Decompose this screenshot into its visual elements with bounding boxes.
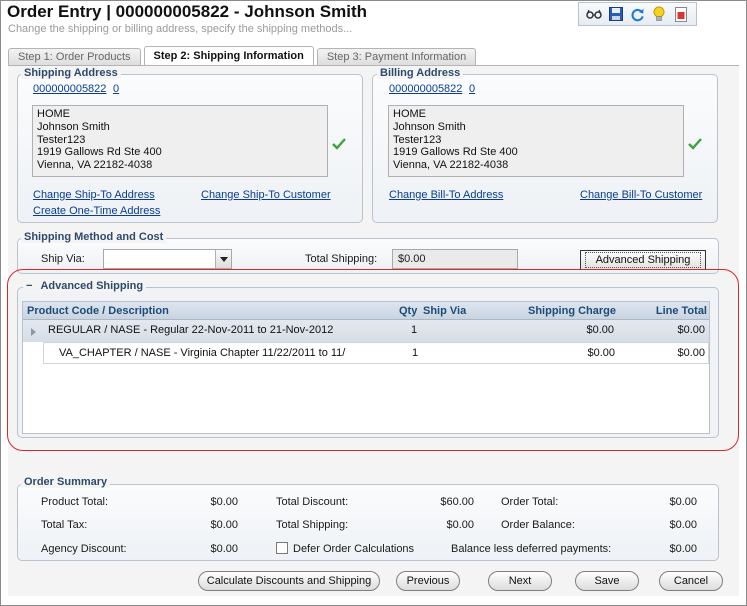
bill-address-line: 1919 Gallows Rd Ste 400 xyxy=(393,146,518,159)
change-bill-to-customer-link[interactable]: Change Bill-To Customer xyxy=(580,189,702,201)
report-icon[interactable] xyxy=(673,6,689,22)
advanced-shipping-button-label: Advanced Shipping xyxy=(584,252,702,268)
calculate-discounts-button[interactable]: Calculate Discounts and Shipping xyxy=(198,571,380,591)
toolbar xyxy=(578,2,697,26)
tab-shipping-information[interactable]: Step 2: Shipping Information xyxy=(143,46,314,66)
bill-address-line: Vienna, VA 22182-4038 xyxy=(393,159,509,172)
ship-address-line: HOME xyxy=(37,108,70,120)
order-total-value: $0.00 xyxy=(669,496,697,508)
row-qty: 1 xyxy=(412,347,419,359)
grid-header: Product Code / Description Qty Ship Via … xyxy=(23,302,709,320)
ship-via-label: Ship Via: xyxy=(41,253,85,265)
table-row[interactable]: REGULAR / NASE - Regular 22-Nov-2011 to … xyxy=(23,320,709,342)
table-row[interactable]: VA_CHAPTER / NASE - Virginia Chapter 11/… xyxy=(43,342,709,364)
advanced-shipping-button[interactable]: Advanced Shipping xyxy=(580,250,706,270)
row-line-total: $0.00 xyxy=(677,347,705,359)
ship-address-box: HOME Johnson Smith Tester123 1919 Gallow… xyxy=(32,105,328,177)
save-icon[interactable] xyxy=(608,6,624,22)
step-tabs: Step 1: Order Products Step 2: Shipping … xyxy=(8,46,479,66)
tab-payment-information[interactable]: Step 3: Payment Information xyxy=(316,48,477,66)
ship-address-line: 1919 Gallows Rd Ste 400 xyxy=(37,146,162,159)
advanced-shipping-legend: − Advanced Shipping xyxy=(23,280,147,292)
total-shipping-field: $0.00 xyxy=(392,249,518,269)
ship-address-line: Johnson Smith xyxy=(37,120,110,133)
shipping-method-legend: Shipping Method and Cost xyxy=(21,231,167,243)
glasses-icon[interactable] xyxy=(586,6,602,22)
bill-address-check-icon xyxy=(688,138,702,153)
column-header-line-total[interactable]: Line Total xyxy=(623,305,707,317)
advanced-shipping-title: Advanced Shipping xyxy=(40,280,144,292)
page-subtitle: Change the shipping or billing address, … xyxy=(8,23,353,35)
defer-order-calculations-checkbox[interactable] xyxy=(276,542,288,554)
change-ship-to-address-link[interactable]: Change Ship-To Address xyxy=(33,189,155,201)
refresh-icon[interactable] xyxy=(629,6,645,22)
row-qty: 1 xyxy=(411,324,418,336)
total-tax-value: $0.00 xyxy=(210,519,238,531)
order-total-label: Order Total: xyxy=(501,496,559,508)
balance-less-deferred-value: $0.00 xyxy=(669,543,697,555)
summary-total-shipping-label: Total Shipping: xyxy=(276,519,349,531)
ship-address-check-icon xyxy=(332,138,346,153)
ship-customer-seq-link[interactable]: 0 xyxy=(113,83,119,95)
change-ship-to-customer-link[interactable]: Change Ship-To Customer xyxy=(201,189,331,201)
bill-customer-seq-link[interactable]: 0 xyxy=(469,83,475,95)
row-description: REGULAR / NASE - Regular 22-Nov-2011 to … xyxy=(48,324,334,336)
column-header-shipping-charge[interactable]: Shipping Charge xyxy=(503,305,616,317)
order-summary-legend: Order Summary xyxy=(21,476,111,488)
ship-via-select[interactable] xyxy=(103,249,232,269)
total-shipping-label: Total Shipping: xyxy=(305,253,378,265)
cancel-button[interactable]: Cancel xyxy=(659,571,723,591)
row-shipping-charge: $0.00 xyxy=(586,324,614,336)
column-header-ship-via[interactable]: Ship Via xyxy=(423,305,466,317)
chevron-down-icon[interactable] xyxy=(215,250,231,268)
row-line-total: $0.00 xyxy=(677,324,705,336)
order-balance-value: $0.00 xyxy=(669,519,697,531)
advanced-shipping-grid: Product Code / Description Qty Ship Via … xyxy=(22,301,710,434)
total-discount-label: Total Discount: xyxy=(276,496,349,508)
previous-button[interactable]: Previous xyxy=(396,571,460,591)
bill-address-line: HOME xyxy=(393,108,426,120)
collapse-toggle-icon[interactable]: − xyxy=(26,280,32,292)
column-header-qty[interactable]: Qty xyxy=(399,305,417,317)
bill-customer-id-link[interactable]: 000000005822 xyxy=(389,83,462,95)
bill-address-box: HOME Johnson Smith Tester123 1919 Gallow… xyxy=(388,105,684,177)
summary-total-shipping-value: $0.00 xyxy=(446,519,474,531)
ship-address-line: Tester123 xyxy=(37,133,86,146)
product-total-label: Product Total: xyxy=(41,496,109,508)
billing-address-legend: Billing Address xyxy=(377,67,464,79)
page-title: Order Entry | 000000005822 - Johnson Smi… xyxy=(7,2,368,21)
lightbulb-icon[interactable] xyxy=(651,6,667,22)
bill-address-line: Tester123 xyxy=(393,133,442,146)
total-tax-label: Total Tax: xyxy=(41,519,88,531)
ship-address-line: Vienna, VA 22182-4038 xyxy=(37,159,153,172)
tab-order-products[interactable]: Step 1: Order Products xyxy=(8,48,141,66)
defer-order-calculations-label: Defer Order Calculations xyxy=(293,543,415,555)
next-button[interactable]: Next xyxy=(488,571,552,591)
product-total-value: $0.00 xyxy=(210,496,238,508)
ship-customer-id-link[interactable]: 000000005822 xyxy=(33,83,106,95)
balance-less-deferred-label: Balance less deferred payments: xyxy=(451,543,612,555)
bill-address-line: Johnson Smith xyxy=(393,120,466,133)
row-description: VA_CHAPTER / NASE - Virginia Chapter 11/… xyxy=(59,347,346,359)
expand-row-icon[interactable] xyxy=(31,327,36,339)
row-shipping-charge: $0.00 xyxy=(587,347,615,359)
column-header-description[interactable]: Product Code / Description xyxy=(27,305,169,317)
change-bill-to-address-link[interactable]: Change Bill-To Address xyxy=(389,189,503,201)
agency-discount-value: $0.00 xyxy=(210,543,238,555)
save-button[interactable]: Save xyxy=(575,571,639,591)
create-one-time-address-link[interactable]: Create One-Time Address xyxy=(33,205,160,217)
shipping-address-legend: Shipping Address xyxy=(21,67,121,79)
order-balance-label: Order Balance: xyxy=(501,519,575,531)
total-discount-value: $60.00 xyxy=(440,496,474,508)
agency-discount-label: Agency Discount: xyxy=(41,543,127,555)
